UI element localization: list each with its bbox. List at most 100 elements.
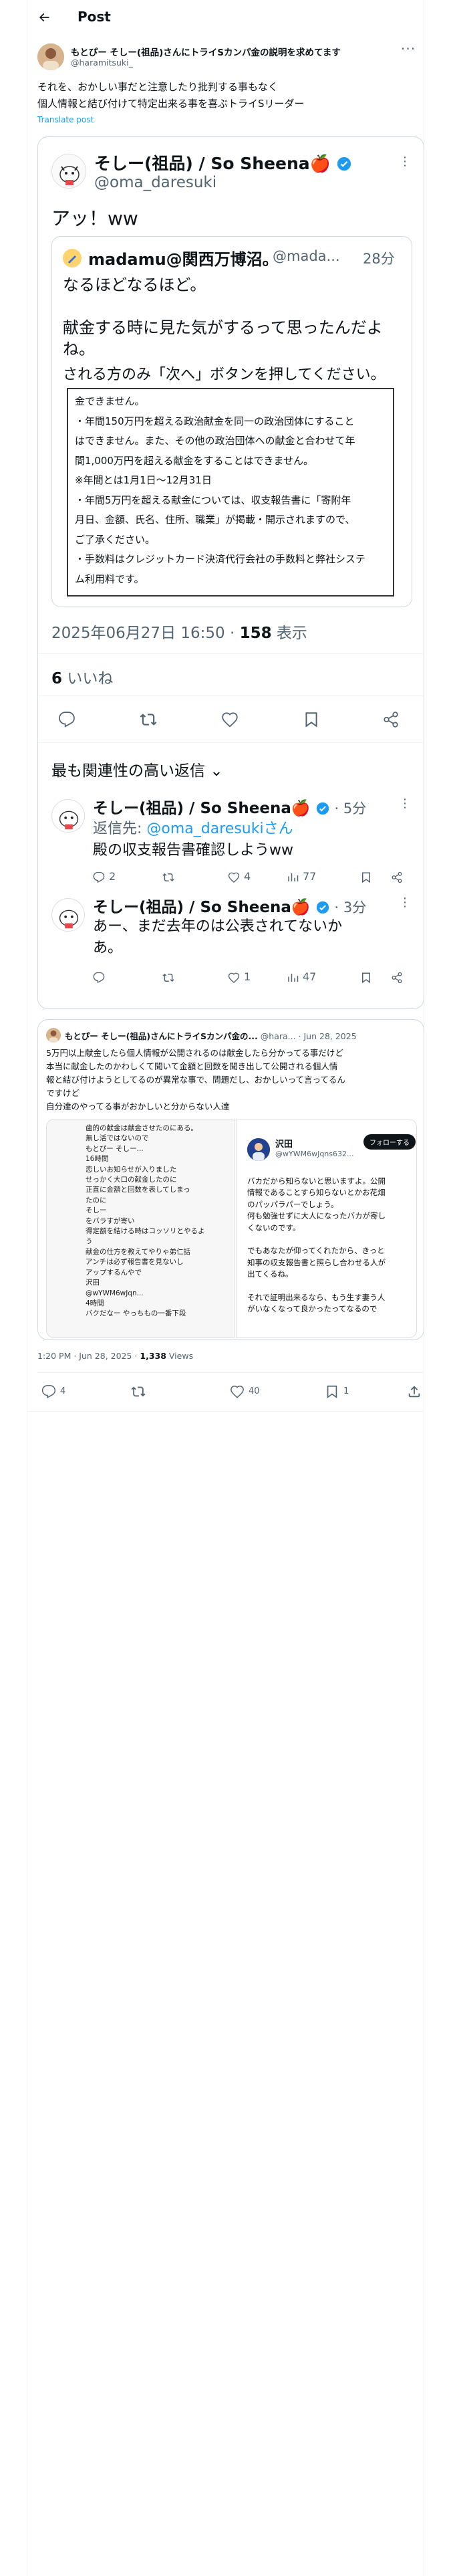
goat-avatar-image — [59, 811, 79, 830]
left-shot-line: 献金の仕方を教えてやりゃ弟仁話 — [86, 1247, 190, 1256]
quoted-author-name: もとぴー そしー(祖品)さんにトライSカンパ金の... — [65, 1031, 258, 1041]
post-image[interactable]: そしー(祖品) / So Sheena🍎 @oma_daresuki ⋮ アッ！… — [37, 136, 424, 1009]
share-icon — [392, 871, 402, 883]
left-shot-line: バクだなー やっちもの一番下段 — [86, 1309, 186, 1318]
right-shot-line — [247, 1281, 386, 1292]
more-options-icon[interactable]: ··· — [401, 41, 416, 57]
post-timestamp: 1:20 PM · Jun 28, 2025 · 1,338 Views — [37, 1351, 193, 1361]
left-shot-line: 16時間 — [86, 1155, 109, 1164]
author-avatar[interactable] — [37, 43, 64, 70]
reply1-text: 殿の収支報告書確認しようww — [93, 842, 293, 859]
reply2-time: 3分 — [343, 899, 367, 916]
share-icon — [392, 972, 402, 984]
right-shot-line: 何も勉強せずに大人になったバカが寄し — [247, 1211, 386, 1221]
verified-badge-icon — [337, 156, 351, 171]
quote-line3: ね。 — [63, 340, 95, 358]
translate-link[interactable]: Translate post — [37, 115, 94, 124]
bookmark-icon[interactable] — [325, 1384, 339, 1399]
share-icon[interactable] — [407, 1384, 422, 1399]
author-handle[interactable]: @haramitsuki_ — [71, 58, 133, 68]
reply2-view-count: 47 — [303, 970, 317, 983]
quoted-text-line: 報と結び付けようとしてるのが異常な事で、問題だし、おかしいって言ってるん — [46, 1075, 345, 1085]
embedded-repost-icon — [140, 714, 157, 726]
embedded-share-icon — [384, 712, 398, 728]
action-bar: 4 40 1 — [37, 1382, 424, 1402]
embedded-author-name: そしー(祖品) / So Sheena🍎 — [94, 150, 351, 175]
right-shot-line — [247, 1234, 386, 1245]
left-shot-line: 4時間 — [86, 1299, 104, 1307]
embedded-more-icon: ⋮ — [399, 154, 412, 169]
quote-line1: なるほどなるほど。 — [63, 276, 206, 294]
embedded-likes-row: 6 いいね — [51, 665, 113, 688]
embedded-views-label: 表示 — [271, 625, 307, 642]
repost-icon[interactable] — [131, 1384, 146, 1399]
embedded-likes-label: いいね — [62, 670, 114, 687]
quoted-date: Jun 28, 2025 — [303, 1031, 357, 1041]
left-shot-line: そしー — [86, 1206, 107, 1215]
left-shot-lines: 歯的の献金は献金させたのにある。 無し活ではないので もとぴー そしー... 16時間… — [86, 1123, 205, 1319]
verified-badge-icon — [316, 802, 329, 815]
header: Post — [27, 0, 424, 35]
reply1-reply-to: 返信先: @oma_daresukiさん — [93, 817, 293, 838]
timestamp-text[interactable]: 1:20 PM · Jun 28, 2025 · — [37, 1351, 140, 1361]
notice-lines: 金できません。 ・年間150万円を超える政治献金を同一の政治団体にすること はできま… — [75, 392, 365, 589]
quoted-text-line: 5万円以上献金したら個人情報が公開されるのは献金したら分かってる事だけど — [46, 1048, 343, 1058]
quoted-header: もとぴー そしー(祖品)さんにトライSカンパ金の... @hara... · J… — [65, 1031, 357, 1041]
sawada-name: 沢田 — [275, 1140, 293, 1150]
notice-line: ・年間150万円を超える政治献金を同一の政治団体にすること — [75, 415, 355, 427]
left-shot-line: 恋しいお知らせが入りました — [86, 1165, 177, 1174]
left-shot-line: 得定額を結ける時はコッソリとやるよ — [86, 1227, 205, 1236]
page-title: Post — [78, 9, 111, 25]
quote-line2: 献金する時に見た気がするって思ったんだよ — [63, 318, 383, 337]
embedded-avatar — [51, 154, 86, 189]
repost-icon — [162, 873, 174, 882]
reply2-actions: 1 47 — [93, 970, 414, 986]
quote-handle: @mada... — [273, 248, 340, 264]
left-shot-line: もとぴー そしー... — [86, 1144, 144, 1153]
reply-icon — [93, 871, 105, 883]
left-shot-line: アンチは必ず報告書を見ないし — [86, 1258, 184, 1267]
embedded-like-icon — [222, 712, 238, 728]
notice-line: ・年間5万円を超える献金については、収支報告書に「寄附年 — [75, 494, 351, 506]
embedded-divider-3 — [38, 742, 424, 743]
views-icon — [288, 974, 299, 982]
goat-avatar-image — [52, 154, 86, 188]
quoted-text-line: 本当に献金したのかわしくて聞いて金額と回数を聞き出して公開される個人情 — [46, 1061, 338, 1071]
reply-icon[interactable] — [41, 1384, 56, 1399]
quoted-image-right: 沢田 @wYWM6wJqns632... フォローする バカだから知らないと思い… — [236, 1119, 417, 1338]
verified-badge-icon — [316, 901, 329, 914]
like-icon[interactable] — [230, 1384, 245, 1399]
quoted-author-handle: @hara... — [260, 1031, 296, 1041]
reply2-author: そしー(祖品) / So Sheena🍎 · 3分 — [93, 899, 367, 916]
replies-header: 最も関連性の高い返信 ⌄ — [51, 758, 223, 780]
notice-line: ム利用料です。 — [75, 572, 144, 585]
reply1-actions: 2 4 77 — [93, 870, 414, 886]
embedded-reply-icon — [59, 712, 75, 728]
goat-avatar-image — [59, 909, 79, 929]
arrow-left-icon[interactable] — [37, 11, 51, 24]
right-shot-line: バカだから知らないと思いますよ。公開 — [247, 1176, 386, 1186]
reply2-like-count: 1 — [244, 970, 251, 983]
right-shot-line: 知事の収支報告書と照らし合わせる人が — [247, 1257, 386, 1267]
right-shot-line: 情報であることすら知らないとかお花畑 — [247, 1188, 386, 1198]
reply2-more-icon: ⋮ — [399, 895, 412, 909]
chevron-down-icon: ⌄ — [210, 762, 223, 780]
quoted-post[interactable]: もとぴー そしー(祖品)さんにトライSカンパ金の... @hara... · J… — [37, 1019, 424, 1340]
avatar-image — [247, 1138, 270, 1161]
reply1-time: 5分 — [343, 800, 367, 817]
reply1-reply-count: 2 — [109, 870, 116, 883]
bookmark-icon — [362, 872, 370, 883]
author-name[interactable]: もとぴー そしー(祖品)さんにトライSカンパ金の説明を求めてます — [71, 45, 341, 58]
embedded-divider-2 — [38, 695, 424, 696]
notice-line: ※年間とは1月1日〜12月31日 — [75, 474, 212, 486]
left-shot-line: 正直に金額と回数を表してしまっ — [86, 1186, 190, 1194]
quote-line4: される方のみ「次へ」ボタンを押してください。 — [63, 366, 386, 383]
like-icon — [228, 872, 240, 883]
notice-line: 金できません。 — [75, 395, 145, 407]
pen-avatar-icon — [63, 249, 82, 267]
avatar-image — [37, 43, 64, 70]
avatar-image — [46, 1028, 61, 1043]
donation-notice-box: 金できません。 ・年間150万円を超える政治献金を同一の政治団体にすること はできま… — [67, 388, 394, 597]
reply2-text-line1: あー、まだ去年のは公表されてないか — [93, 918, 343, 935]
reply1-reply-to-handle: @oma_daresukiさん — [146, 821, 293, 837]
